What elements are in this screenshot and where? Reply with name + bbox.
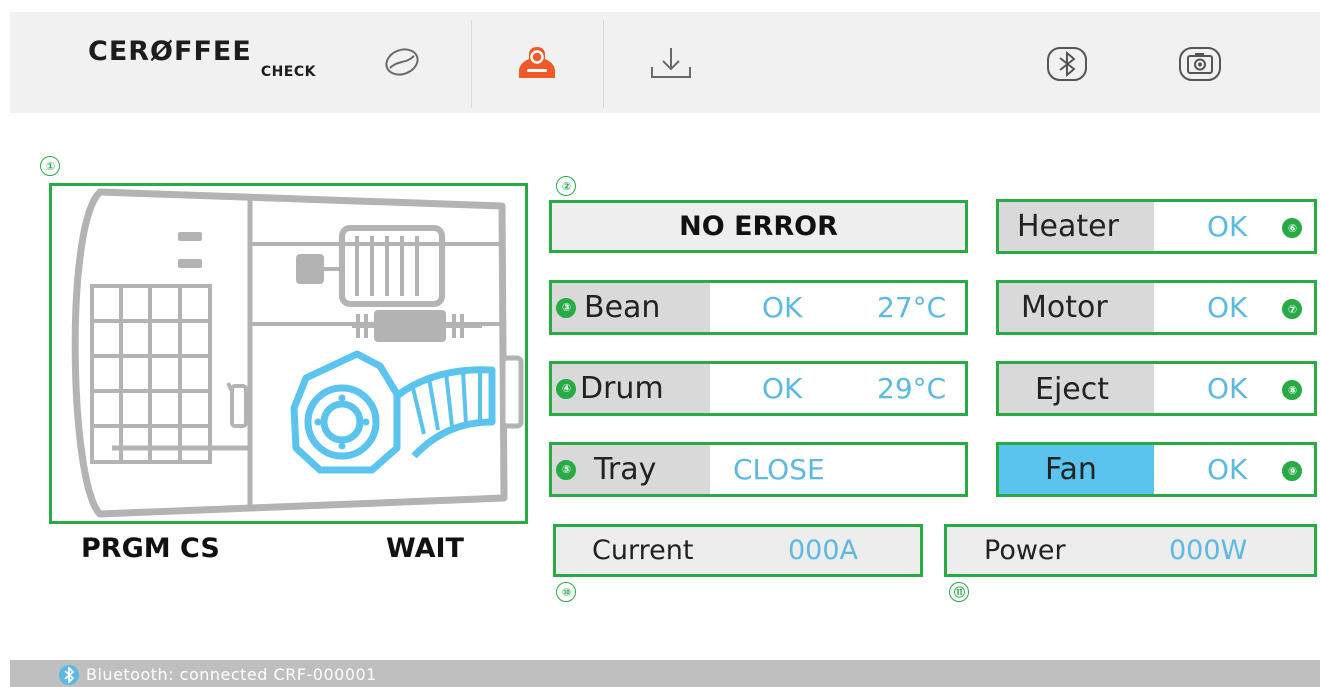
bluetooth-status-icon <box>59 665 79 685</box>
program-label: PRGM CS <box>81 533 220 564</box>
eject-label: Eject <box>999 364 1154 413</box>
marker-10: ⑩ <box>556 582 576 602</box>
drum-status: OK <box>762 372 803 405</box>
tray-status: CLOSE <box>733 453 825 486</box>
logo-sub-text: CHECK <box>260 64 316 80</box>
power-value: 000W <box>1169 535 1248 566</box>
marker-1: ① <box>40 156 60 176</box>
drum-label-text: Drum <box>580 371 664 406</box>
motor-status: OK <box>1207 291 1248 324</box>
roaster-machine-illustration <box>71 188 524 518</box>
drum-temperature: 29°C <box>877 372 947 405</box>
power-label: Power <box>984 535 1066 566</box>
bean-status-panel: ③ Bean OK 27°C <box>549 280 968 335</box>
marker-6: ⑥ <box>1282 218 1302 238</box>
fan-status: OK <box>1207 453 1248 486</box>
marker-5: ⑤ <box>556 459 576 480</box>
fan-label: Fan <box>999 445 1154 494</box>
bean-label-text: Bean <box>584 290 661 325</box>
marker-11: ⑪ <box>949 582 969 602</box>
marker-2: ② <box>556 176 576 196</box>
marker-3: ③ <box>556 297 576 318</box>
eject-status: OK <box>1207 372 1248 405</box>
connection-status-text: Bluetooth: connected CRF-000001 <box>86 665 377 684</box>
tray-label-text: Tray <box>594 452 657 487</box>
bluetooth-icon[interactable] <box>1044 44 1090 84</box>
current-reading-panel: Current 000A <box>553 524 923 577</box>
camera-icon[interactable] <box>1176 44 1224 84</box>
tray-status-panel: ⑤ Tray CLOSE <box>549 442 968 497</box>
fan-status-panel: Fan OK ⑨ <box>996 442 1317 497</box>
logo-main-text: CERØFFEE <box>88 36 252 67</box>
eject-status-panel: Eject OK ⑧ <box>996 361 1317 416</box>
power-reading-panel: Power 000W <box>944 524 1317 577</box>
status-bar: Bluetooth: connected CRF-000001 <box>10 660 1320 687</box>
current-label: Current <box>592 535 694 566</box>
marker-4: ④ <box>556 378 576 399</box>
toolbar-divider <box>471 20 472 108</box>
roaster-icon[interactable] <box>514 44 560 82</box>
marker-8: ⑧ <box>1282 380 1302 400</box>
motor-status-panel: Motor OK ⑦ <box>996 280 1317 335</box>
bean-status: OK <box>762 291 803 324</box>
marker-9: ⑨ <box>1282 461 1302 481</box>
tray-label: ⑤ Tray <box>552 445 710 494</box>
current-value: 000A <box>788 535 859 566</box>
heater-status: OK <box>1207 210 1248 243</box>
heater-status-panel: Heater OK ⑥ <box>996 199 1317 254</box>
download-icon[interactable] <box>648 44 694 82</box>
heater-label: Heater <box>999 202 1154 251</box>
drum-status-panel: ④ Drum OK 29°C <box>549 361 968 416</box>
bean-icon[interactable] <box>380 44 424 80</box>
app-logo: CERØFFEE CHECK <box>88 36 318 88</box>
machine-diagram <box>49 183 528 524</box>
error-status: NO ERROR <box>549 200 968 253</box>
marker-7: ⑦ <box>1282 299 1302 319</box>
bean-temperature: 27°C <box>877 291 947 324</box>
bean-label: ③ Bean <box>552 283 710 332</box>
toolbar-divider <box>603 20 604 108</box>
motor-label: Motor <box>999 283 1154 332</box>
drum-label: ④ Drum <box>552 364 710 413</box>
machine-state: WAIT <box>386 533 464 564</box>
